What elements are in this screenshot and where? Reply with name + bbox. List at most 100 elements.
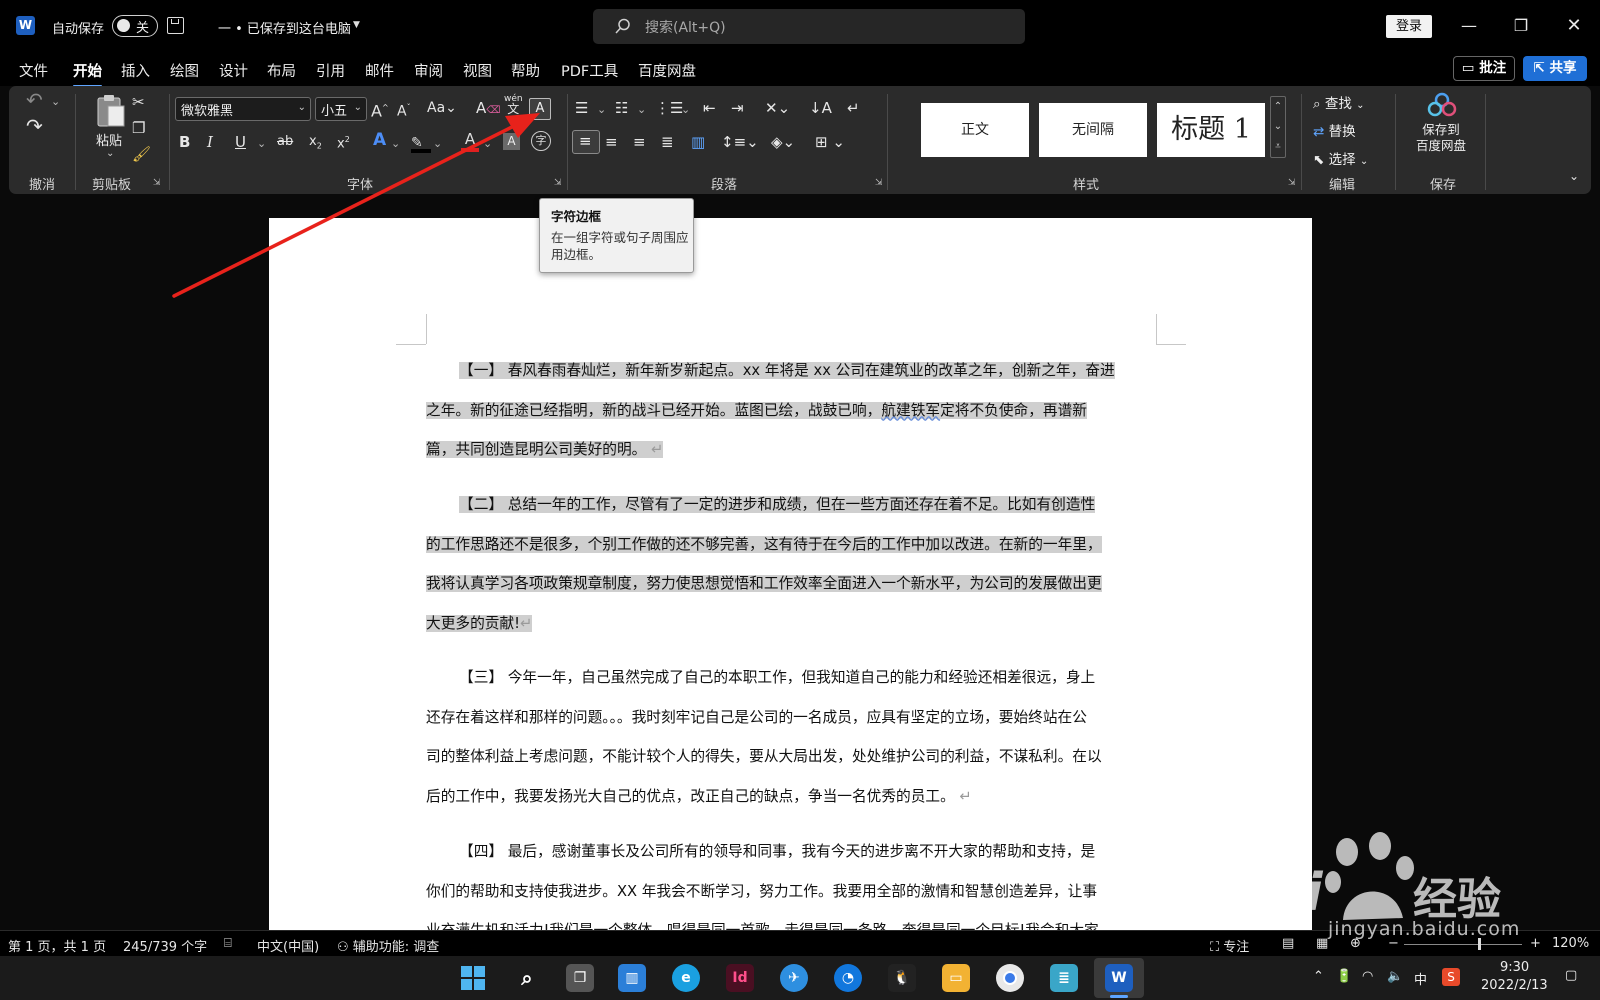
tab-insert[interactable]: 插入	[121, 60, 150, 81]
chrome-icon[interactable]	[996, 964, 1024, 992]
widgets-icon[interactable]: ▥	[618, 964, 646, 992]
search-icon[interactable]: ⌕	[513, 964, 541, 992]
paragraph-2[interactable]: 【二】 总结一年的工作，尽管有了一定的进步和成绩，但在一些方面还存在着不足。比如…	[426, 485, 1156, 643]
autosave-toggle[interactable]: 关	[112, 15, 158, 37]
copy-icon[interactable]: ❐	[132, 118, 145, 138]
save-icon[interactable]	[167, 17, 184, 34]
word-count[interactable]: 245/739 个字	[123, 936, 207, 955]
style-heading-1[interactable]: 标题 1	[1157, 103, 1265, 157]
tab-design[interactable]: 设计	[219, 60, 248, 81]
clear-formatting-icon[interactable]: A⌫	[476, 98, 500, 121]
tab-baidu-netdisk[interactable]: 百度网盘	[638, 60, 696, 81]
decrease-indent-icon[interactable]: ⇤	[703, 98, 716, 118]
bullets-icon[interactable]: ☰	[575, 98, 588, 118]
styles-gallery-scroll[interactable]: ⌃ ⌄ ⩡	[1270, 96, 1286, 158]
phonetic-guide-icon[interactable]: wén 文	[504, 94, 523, 116]
messenger-icon[interactable]: ◔	[834, 964, 862, 992]
tab-mailings[interactable]: 邮件	[365, 60, 394, 81]
superscript-icon[interactable]: x2	[337, 130, 350, 154]
sort-icon[interactable]: ↓A	[809, 98, 832, 118]
chinese-layout-icon[interactable]: ✕⌄	[765, 98, 790, 118]
paste-button[interactable]: 粘贴 ⌄	[93, 92, 129, 168]
language-status[interactable]: 中文(中国)	[257, 936, 319, 955]
format-painter-icon[interactable]: 🖌	[132, 144, 151, 164]
chevron-down-icon[interactable]: ▼	[353, 20, 360, 30]
distributed-icon[interactable]: ▥	[691, 132, 705, 152]
redo-icon[interactable]: ↷	[26, 116, 43, 136]
volume-icon[interactable]: 🔈	[1387, 969, 1403, 984]
tab-review[interactable]: 审阅	[414, 60, 443, 81]
chevron-down-icon[interactable]: ⌄	[257, 134, 266, 154]
proofing-icon[interactable]: ⌸	[224, 936, 232, 951]
zoom-slider[interactable]	[1404, 944, 1522, 945]
clock-time[interactable]: 9:30	[1500, 960, 1529, 975]
windows-start-icon[interactable]	[461, 966, 485, 990]
comments-button[interactable]: ▭ 批注	[1453, 56, 1515, 81]
font-size-combo[interactable]: 小五 ⌄	[315, 97, 367, 121]
qq-icon[interactable]: 🐧	[888, 964, 916, 992]
page-count[interactable]: 第 1 页，共 1 页	[8, 936, 106, 955]
clock-date[interactable]: 2022/2/13	[1481, 978, 1548, 993]
character-shading-icon[interactable]: A	[503, 133, 520, 150]
login-button[interactable]: 登录	[1386, 15, 1432, 38]
line-spacing-icon[interactable]: ↕≡⌄	[721, 132, 759, 152]
indesign-icon[interactable]: Id	[726, 964, 754, 992]
feishu-icon[interactable]: ✈	[780, 964, 808, 992]
notepad-icon[interactable]: ≣	[1050, 964, 1078, 992]
paragraph-1[interactable]: 【一】 春风春雨春灿烂，新年新岁新起点。xx 年将是 xx 公司在建筑业的改革之…	[426, 351, 1156, 470]
increase-indent-icon[interactable]: ⇥	[731, 98, 744, 118]
change-case-icon[interactable]: Aa⌄	[427, 98, 457, 118]
chevron-down-icon[interactable]: ⌄	[391, 134, 400, 154]
chevron-up-icon[interactable]: ⌃	[1313, 969, 1324, 984]
style-no-spacing[interactable]: 无间隔	[1039, 103, 1147, 157]
grow-font-icon[interactable]: A^	[371, 98, 389, 121]
tab-references[interactable]: 引用	[316, 60, 345, 81]
close-icon[interactable]: ✕	[1559, 14, 1589, 38]
tab-view[interactable]: 视图	[463, 60, 492, 81]
paragraph-3[interactable]: 【三】 今年一年，自己虽然完成了自己的本职工作，但我知道自己的能力和经验还相差很…	[426, 658, 1156, 816]
file-explorer-icon[interactable]: ▭	[942, 964, 970, 992]
align-left-button[interactable]: ≡	[572, 130, 600, 154]
chevron-down-icon[interactable]: ⌄	[1271, 117, 1285, 137]
dialog-launcher-icon[interactable]: ⇲	[153, 178, 161, 188]
save-to-baidu-button[interactable]: 保存到 百度网盘	[1405, 92, 1477, 168]
show-marks-icon[interactable]: ↵	[847, 98, 860, 118]
italic-icon[interactable]: I	[207, 132, 213, 152]
edge-browser-icon[interactable]: e	[672, 964, 700, 992]
tab-layout[interactable]: 布局	[267, 60, 296, 81]
tab-draw[interactable]: 绘图	[170, 60, 199, 81]
undo-icon[interactable]: ↶	[26, 90, 43, 110]
style-normal[interactable]: 正文	[921, 103, 1029, 157]
chevron-down-icon[interactable]: ⌄	[433, 134, 442, 154]
text-effects-icon[interactable]: A	[373, 130, 386, 150]
tab-pdf-tools[interactable]: PDF工具	[561, 60, 618, 81]
collapse-ribbon-icon[interactable]: ⌄	[1569, 166, 1579, 186]
restore-icon[interactable]: ❐	[1506, 14, 1536, 38]
sogou-ime-icon[interactable]: S	[1442, 968, 1460, 986]
ime-indicator[interactable]: 中	[1414, 969, 1427, 988]
dialog-launcher-icon[interactable]: ⇲	[875, 178, 883, 188]
font-color-icon[interactable]: A	[461, 130, 479, 152]
strikethrough-icon[interactable]: ab	[277, 132, 293, 152]
tab-home[interactable]: 开始	[73, 60, 102, 88]
task-view-icon[interactable]: ❐	[566, 964, 594, 992]
numbering-icon[interactable]: ☷	[615, 98, 628, 118]
wifi-icon[interactable]: ◠	[1362, 969, 1373, 984]
shading-icon[interactable]: ◈⌄	[771, 132, 795, 152]
chevron-up-icon[interactable]: ⌃	[1271, 97, 1285, 117]
chevron-down-icon[interactable]: ⌄	[597, 100, 606, 120]
share-button[interactable]: ⇱ 共享	[1523, 56, 1587, 81]
search-box[interactable]: 搜索(Alt+Q)	[593, 9, 1025, 44]
chevron-down-icon[interactable]: ⌄	[681, 100, 690, 120]
cut-icon[interactable]: ✂	[132, 92, 145, 112]
highlight-icon[interactable]: ✎	[411, 132, 431, 153]
chevron-down-icon[interactable]: ⌄	[483, 134, 492, 154]
font-name-combo[interactable]: 微软雅黑 ⌄	[175, 97, 311, 121]
tab-file[interactable]: 文件	[19, 60, 48, 81]
search-input[interactable]: 搜索(Alt+Q)	[645, 17, 726, 37]
shrink-font-icon[interactable]: Aˇ	[397, 98, 411, 122]
borders-icon[interactable]: ⊞ ⌄	[815, 132, 845, 152]
minimize-icon[interactable]: —	[1454, 14, 1484, 38]
notification-icon[interactable]: ▢	[1565, 968, 1577, 983]
justify-icon[interactable]: ≣	[661, 132, 674, 152]
